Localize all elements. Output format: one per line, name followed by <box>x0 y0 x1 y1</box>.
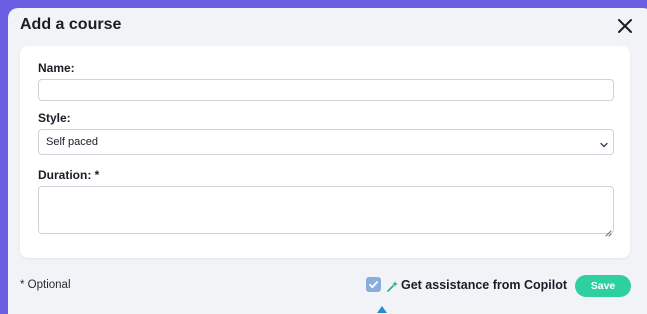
chevron-down-icon <box>599 137 609 148</box>
name-label: Name: <box>38 61 75 75</box>
style-selected-value: Self paced <box>46 136 98 148</box>
copilot-label[interactable]: Get assistance from Copilot <box>401 278 567 292</box>
style-label: Style: <box>38 111 71 125</box>
name-input[interactable] <box>38 79 614 101</box>
duration-label: Duration: * <box>38 168 100 182</box>
style-select[interactable]: Self paced <box>38 129 614 155</box>
add-course-dialog: Add a course Name: Style: Self paced Dur… <box>8 8 647 314</box>
optional-note: * Optional <box>20 279 71 291</box>
dialog-title: Add a course <box>20 16 122 33</box>
tooltip-pointer <box>377 306 387 313</box>
form-card: Name: Style: Self paced Duration: * <box>20 46 630 258</box>
copilot-checkbox[interactable] <box>366 277 381 292</box>
close-icon[interactable] <box>615 16 635 36</box>
copilot-sparkle-icon <box>387 279 399 292</box>
save-button[interactable]: Save <box>575 275 631 297</box>
resize-grip-icon[interactable] <box>604 224 612 237</box>
duration-textarea[interactable] <box>38 186 614 237</box>
